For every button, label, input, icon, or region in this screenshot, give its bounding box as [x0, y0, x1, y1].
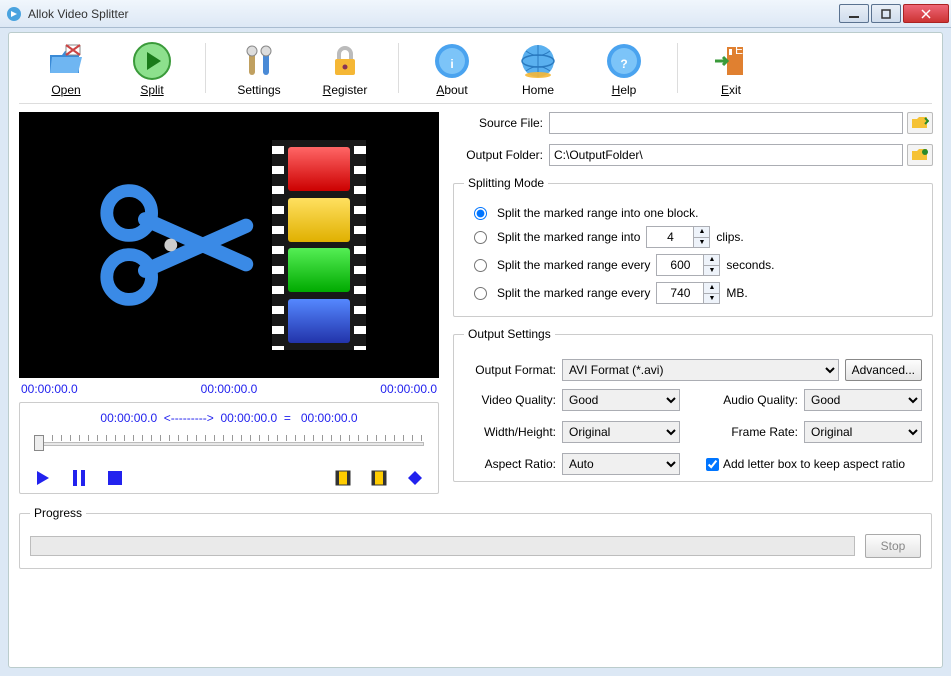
progress-legend: Progress	[30, 506, 86, 520]
folder-open-icon	[911, 115, 929, 131]
range-panel: 00:00:00.0 <---------> 00:00:00.0 = 00:0…	[19, 402, 439, 494]
mb-spinner[interactable]: ▲▼	[656, 282, 720, 304]
range-text: 00:00:00.0 <---------> 00:00:00.0 = 00:0…	[30, 411, 428, 425]
keyframe-button[interactable]	[406, 469, 424, 487]
title-bar: Allok Video Splitter	[0, 0, 951, 28]
close-button[interactable]	[903, 4, 949, 23]
split-label: Split	[140, 83, 163, 97]
time-start: 00:00:00.0	[21, 382, 78, 396]
filmstrip-icon	[274, 140, 364, 350]
audio-quality-label: Audio Quality:	[706, 393, 804, 407]
width-height-select[interactable]: Original	[562, 421, 680, 443]
split-mb-radio[interactable]	[474, 287, 487, 300]
range-slider[interactable]	[34, 435, 424, 453]
video-quality-select[interactable]: Good	[562, 389, 680, 411]
progress-bar	[30, 536, 855, 556]
maximize-button[interactable]	[871, 4, 901, 23]
splitting-mode-legend: Splitting Mode	[464, 176, 548, 190]
svg-text:EXIT: EXIT	[735, 43, 751, 57]
time-mid: 00:00:00.0	[201, 382, 258, 396]
exit-button[interactable]: EXIT Exit	[688, 41, 774, 97]
register-button[interactable]: Register	[302, 41, 388, 97]
minimize-button[interactable]	[839, 4, 869, 23]
video-quality-label: Video Quality:	[464, 393, 562, 407]
window-title: Allok Video Splitter	[28, 7, 839, 21]
letterbox-label: Add letter box to keep aspect ratio	[723, 457, 905, 471]
width-height-label: Width/Height:	[464, 425, 562, 439]
letterbox-checkbox[interactable]	[706, 458, 719, 471]
audio-quality-select[interactable]: Good	[804, 389, 922, 411]
output-folder-input[interactable]	[549, 144, 903, 166]
app-icon	[6, 6, 22, 22]
scissors-icon	[94, 165, 254, 325]
output-format-select[interactable]: AVI Format (*.avi)	[562, 359, 839, 381]
source-file-label: Source File:	[453, 116, 549, 130]
time-readout: 00:00:00.0 00:00:00.0 00:00:00.0	[21, 382, 437, 396]
frame-rate-label: Frame Rate:	[706, 425, 804, 439]
about-button[interactable]: i About	[409, 41, 495, 97]
svg-text:?: ?	[620, 57, 627, 71]
frame-rate-select[interactable]: Original	[804, 421, 922, 443]
settings-button[interactable]: Settings	[216, 41, 302, 97]
mark-end-button[interactable]	[370, 469, 388, 487]
toolbar: Open Split Settings Register i About Hom…	[19, 33, 932, 104]
splitting-mode-group: Splitting Mode Split the marked range in…	[453, 176, 933, 317]
stop-button[interactable]: Stop	[865, 534, 921, 558]
output-folder-label: Output Folder:	[453, 148, 549, 162]
mark-start-button[interactable]	[334, 469, 352, 487]
help-button[interactable]: ? Help	[581, 41, 667, 97]
svg-text:i: i	[450, 57, 453, 71]
home-button[interactable]: Home	[495, 41, 581, 97]
browse-source-button[interactable]	[907, 112, 933, 134]
split-one-block-label: Split the marked range into one block.	[497, 206, 698, 220]
open-button[interactable]: Open	[23, 41, 109, 97]
stop-playback-button[interactable]	[106, 469, 124, 487]
aspect-ratio-select[interactable]: Auto	[562, 453, 680, 475]
advanced-button[interactable]: Advanced...	[845, 359, 922, 381]
split-one-block-radio[interactable]	[474, 207, 487, 220]
seconds-spinner[interactable]: ▲▼	[656, 254, 720, 276]
output-format-label: Output Format:	[464, 363, 562, 377]
split-seconds-radio[interactable]	[474, 259, 487, 272]
app-panel: Open Split Settings Register i About Hom…	[8, 32, 943, 668]
home-label: Home	[522, 83, 554, 97]
source-file-input[interactable]	[549, 112, 903, 134]
open-label: Open	[51, 83, 80, 97]
browse-output-button[interactable]	[907, 144, 933, 166]
pause-button[interactable]	[70, 469, 88, 487]
time-end: 00:00:00.0	[380, 382, 437, 396]
folder-gear-icon	[911, 147, 929, 163]
output-settings-legend: Output Settings	[464, 327, 555, 341]
progress-group: Progress Stop	[19, 506, 932, 569]
play-button[interactable]	[34, 469, 52, 487]
output-settings-group: Output Settings Output Format: AVI Forma…	[453, 327, 933, 482]
clips-spinner[interactable]: ▲▼	[646, 226, 710, 248]
settings-label: Settings	[237, 83, 280, 97]
split-button[interactable]: Split	[109, 41, 195, 97]
video-preview	[19, 112, 439, 378]
aspect-ratio-label: Aspect Ratio:	[464, 457, 562, 471]
split-clips-radio[interactable]	[474, 231, 487, 244]
